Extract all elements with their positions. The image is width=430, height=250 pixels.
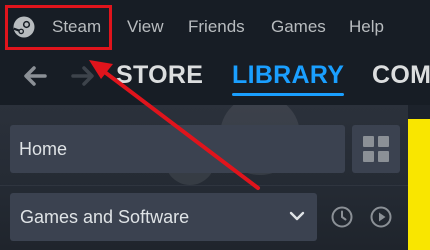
menu-friends[interactable]: Friends bbox=[188, 17, 245, 37]
tab-store[interactable]: STORE bbox=[116, 60, 203, 90]
annotation-highlight-box bbox=[5, 5, 112, 50]
steam-window: Steam View Friends Games Help STORE LIBR… bbox=[0, 0, 430, 250]
grid-view-button[interactable] bbox=[352, 125, 400, 173]
library-panel: Home Games and Software bbox=[0, 105, 408, 250]
games-filter-dropdown[interactable]: Games and Software bbox=[10, 193, 317, 241]
game-banner-edge bbox=[408, 105, 430, 250]
menu-games[interactable]: Games bbox=[271, 17, 326, 37]
banner-corner bbox=[408, 105, 430, 119]
tab-community[interactable]: COM bbox=[372, 60, 430, 90]
filter-value: Games and Software bbox=[20, 207, 190, 227]
active-tab-indicator bbox=[232, 93, 344, 96]
tab-library[interactable]: LIBRARY bbox=[232, 60, 344, 90]
forward-arrow-icon[interactable] bbox=[68, 63, 98, 89]
recent-clock-icon[interactable] bbox=[330, 205, 354, 229]
home-label: Home bbox=[19, 139, 68, 159]
play-icon[interactable] bbox=[369, 205, 393, 229]
divider bbox=[0, 185, 408, 186]
menu-help[interactable]: Help bbox=[349, 17, 384, 37]
home-button[interactable]: Home bbox=[10, 125, 345, 173]
grid-view-icon bbox=[363, 136, 389, 162]
nav-row: STORE LIBRARY COM bbox=[0, 55, 430, 105]
menu-view[interactable]: View bbox=[127, 17, 164, 37]
menu-bar: Steam View Friends Games Help bbox=[0, 0, 430, 55]
chevron-down-icon bbox=[289, 211, 305, 221]
back-arrow-icon[interactable] bbox=[20, 63, 50, 89]
